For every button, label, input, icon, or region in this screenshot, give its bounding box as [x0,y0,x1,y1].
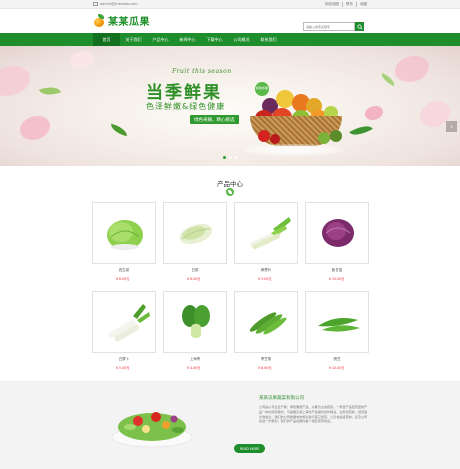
product-name[interactable]: 西生菜 [92,268,156,273]
search-button[interactable] [355,22,364,31]
fruit-logo-icon [93,13,105,28]
lettuce-icon [107,220,143,250]
product-name[interactable]: 青豆角 [234,357,298,362]
carousel-dot[interactable] [235,156,238,159]
product-price: ¥ 6.00元 [187,277,201,281]
leek-icon [250,217,291,250]
petal-decoration [0,66,30,96]
product-card[interactable]: 白菜 ¥ 6.00元 [163,202,227,281]
nav-item-download[interactable]: 下载中心 [201,33,228,46]
product-price: ¥ 5.00元 [116,366,130,370]
petal-decoration [20,116,50,140]
nav-item-products[interactable]: 产品中心 [147,33,174,46]
banner-headline: 当季鲜果 [146,83,222,103]
carousel-dot[interactable] [223,156,226,159]
radish-icon [108,304,150,342]
product-price: ¥ 4.00元 [187,366,201,370]
product-image[interactable] [163,202,227,264]
product-name[interactable]: 黄葱叶 [234,268,298,273]
leaf-decoration [379,72,397,87]
site-header: 某某瓜果 [0,9,460,33]
top-link-favorite[interactable]: 收藏 [356,2,367,7]
logo[interactable]: 某某瓜果 [93,13,150,28]
leaf-decoration [109,123,129,137]
nav-item-contact[interactable]: 联系我们 [255,33,282,46]
banner-next-arrow-icon[interactable]: › [446,121,457,132]
nav-item-about[interactable]: 关于我们 [120,33,147,46]
banner-script-text: Fruit this season [172,68,232,75]
top-bar: admin@jinseedo.com 网站地图 联系 收藏 [0,0,460,9]
carousel-dot[interactable] [229,156,232,159]
main-nav: 首页 关于我们 产品中心 新闻中心 下载中心 公司概况 联系我们 [0,33,460,46]
bok-choy-icon [182,305,210,338]
product-image[interactable] [92,291,156,353]
product-card[interactable]: 青豆角 ¥ 8.00元 [234,291,298,370]
product-price: ¥ 8.00元 [116,277,130,281]
search-icon [356,23,363,30]
cabbage-icon [179,223,213,245]
nav-item-home[interactable]: 首页 [93,33,120,46]
product-name[interactable]: 白菜 [163,268,227,273]
contact-email: admin@jinseedo.com [93,2,138,6]
search-box [303,22,364,31]
company-description: 公司是以专业生产鲜、绿色果蔬产品、瓜果为主的蔬菜。一家经产品经营型的产品一体化经… [259,405,368,424]
mail-icon [93,2,98,6]
product-price: ¥ 8.00元 [258,366,272,370]
banner-badge: 新鲜水果 [255,82,269,96]
leaf-decoration [38,82,62,100]
read-more-button[interactable]: READ MORE [234,444,266,453]
petal-decoration [395,56,429,82]
top-link-sitemap[interactable]: 网站地图 [325,2,339,7]
leaf-decoration [349,121,373,140]
product-price: ¥ 10.00元 [329,366,345,370]
product-name[interactable]: 白萝卜 [92,357,156,362]
logo-text: 某某瓜果 [108,17,150,28]
product-price: ¥ 3.00元 [258,277,272,281]
product-name[interactable]: 上海青 [163,357,227,362]
product-price: ¥ 10.00元 [329,277,345,281]
company-name: 某某瓜果蔬菜有限公司 [259,396,304,401]
petal-decoration [365,106,383,120]
banner-tagline: 绿色采摘，精心挑选 [190,115,239,124]
about-section: 某某瓜果蔬菜有限公司 公司是以专业生产鲜、绿色果蔬产品、瓜果为主的蔬菜。一家经产… [0,381,460,469]
product-image[interactable] [234,291,298,353]
product-image[interactable] [305,291,369,353]
okra-icon [249,312,287,335]
product-card[interactable]: 白萝卜 ¥ 5.00元 [92,291,156,370]
leaf-icon [226,188,234,196]
top-link-contact[interactable]: 联系 [342,2,353,7]
product-card[interactable]: 紫甘蓝 ¥ 10.00元 [305,202,369,281]
search-input[interactable] [303,22,355,31]
petal-decoration [70,51,94,69]
product-card[interactable]: 西生菜 ¥ 8.00元 [92,202,156,281]
product-image[interactable] [92,202,156,264]
red-cabbage-icon [322,219,354,247]
products-section-title: 产品中心 [217,180,243,188]
product-image[interactable] [163,291,227,353]
product-card[interactable]: 黄葱叶 ¥ 3.00元 [234,202,298,281]
top-links: 网站地图 联系 收藏 [325,2,367,7]
carousel-dots [223,156,238,159]
product-card[interactable]: 上海青 ¥ 4.00元 [163,291,227,370]
hero-banner[interactable]: Fruit this season 当季鲜果 新鲜水果 色泽鲜嫩&绿色健康 绿色… [0,46,460,166]
product-name[interactable]: 豌豆 [305,357,369,362]
product-name[interactable]: 紫甘蓝 [305,268,369,273]
product-image[interactable] [234,202,298,264]
banner-subheadline: 色泽鲜嫩&绿色健康 [146,102,226,111]
product-card[interactable]: 豌豆 ¥ 10.00元 [305,291,369,370]
product-image[interactable] [305,202,369,264]
peas-icon [318,318,360,332]
nav-item-news[interactable]: 新闻中心 [174,33,201,46]
nav-item-company[interactable]: 公司概况 [228,33,255,46]
email-text: admin@jinseedo.com [100,2,138,6]
salad-bowl-image [111,412,193,448]
